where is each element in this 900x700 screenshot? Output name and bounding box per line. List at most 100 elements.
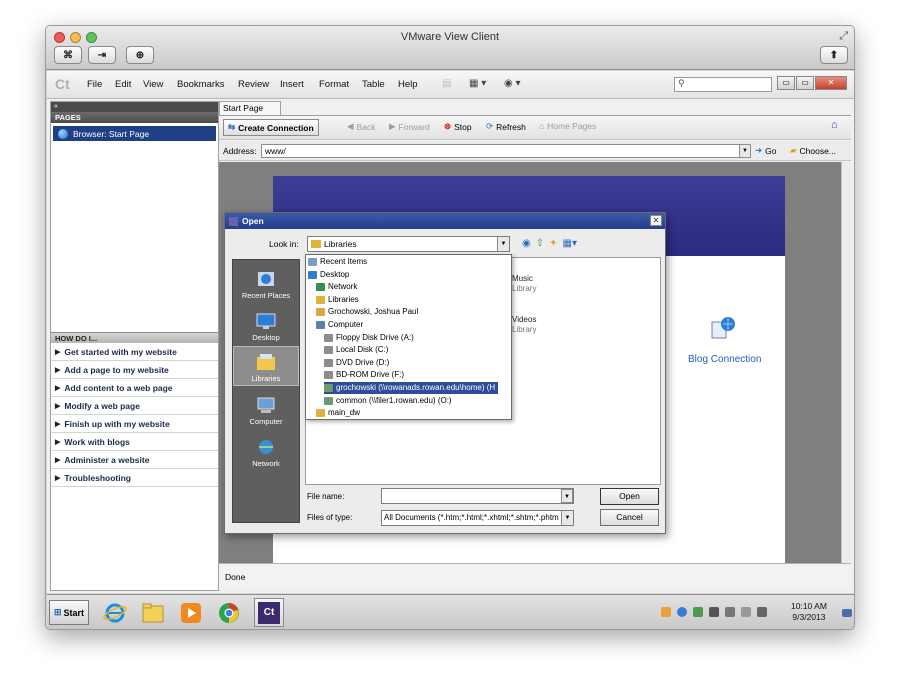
address-dropdown-button[interactable]: ▼ <box>739 144 751 158</box>
disconnect-button[interactable]: ⇥ <box>88 46 116 64</box>
home-pages-button[interactable]: ⌂ Home Pages <box>539 121 596 131</box>
menu-bookmarks[interactable]: Bookmarks <box>177 79 225 90</box>
look-in-select[interactable]: Libraries ▼ <box>307 236 510 252</box>
dropdown-item[interactable]: common (\\filer1.rowan.edu) (O:) <box>324 395 455 407</box>
menu-view[interactable]: View <box>143 79 163 90</box>
look-in-dropdown-button[interactable]: ▼ <box>497 237 509 251</box>
close-app-button[interactable]: ✕ <box>815 76 847 90</box>
howdo-item[interactable]: ▶ Finish up with my website <box>51 415 218 433</box>
dropdown-item[interactable]: Network <box>316 281 360 293</box>
dropdown-item[interactable]: Grochowski, Joshua Paul <box>316 306 421 318</box>
howdo-item[interactable]: ▶ Add content to a web page <box>51 379 218 397</box>
menu-file[interactable]: File <box>87 79 102 90</box>
stop-label: Stop <box>454 121 472 132</box>
usb-button[interactable]: ⊕ <box>126 46 154 64</box>
place-label: Network <box>252 459 280 468</box>
stop-button[interactable]: ⊗ Stop <box>444 121 472 132</box>
tray-volume-icon[interactable] <box>757 607 767 617</box>
tray-flag-icon[interactable] <box>725 607 735 617</box>
tray-app-icon[interactable] <box>661 607 671 617</box>
dropdown-item[interactable]: BD-ROM Drive (F:) <box>324 369 407 381</box>
toolbar-dim-icon[interactable]: ▤ <box>442 78 451 89</box>
files-of-type-select[interactable]: All Documents (*.htm;*.html;*.xhtml;*.sh… <box>381 510 574 526</box>
search-input[interactable]: ⚲ <box>674 77 772 92</box>
show-desktop-icon[interactable] <box>842 609 852 617</box>
menu-insert[interactable]: Insert <box>280 79 304 90</box>
vertical-scrollbar[interactable] <box>841 162 851 563</box>
open-button[interactable]: Open <box>600 488 659 505</box>
blog-connection-link[interactable]: Blog Connection <box>688 354 761 365</box>
place-computer[interactable]: Computer <box>233 388 299 428</box>
place-desktop[interactable]: Desktop <box>233 304 299 344</box>
howdo-item[interactable]: ▶ Add a page to my website <box>51 361 218 379</box>
menu-table[interactable]: Table <box>362 79 385 90</box>
new-folder-icon[interactable]: ✦ <box>549 238 557 249</box>
place-network[interactable]: Network <box>233 430 299 470</box>
tray-device-icon[interactable] <box>709 607 719 617</box>
howdo-item[interactable]: ▶ Get started with my website <box>51 343 218 361</box>
media-player-icon[interactable] <box>176 598 206 627</box>
dropdown-item[interactable]: Computer <box>316 319 366 331</box>
look-in-label: Look in: <box>269 239 299 249</box>
back-nav-icon[interactable]: ◉ <box>522 238 531 249</box>
start-button[interactable]: ⊞ Start <box>49 600 89 625</box>
files-of-type-dropdown-button[interactable]: ▼ <box>561 511 573 525</box>
dialog-close-button[interactable]: ✕ <box>650 215 662 226</box>
howdo-item[interactable]: ▶ Work with blogs <box>51 433 218 451</box>
chrome-icon[interactable] <box>214 598 244 627</box>
dropdown-item[interactable]: Desktop <box>308 269 352 281</box>
howdo-item[interactable]: ▶ Modify a web page <box>51 397 218 415</box>
minimize-app-button[interactable]: ▭ <box>777 76 795 90</box>
address-input[interactable]: www/ <box>261 144 750 158</box>
howdo-item[interactable]: ▶ Administer a website <box>51 451 218 469</box>
go-button[interactable]: ➜ Go <box>755 145 776 156</box>
contribute-taskbar-button[interactable]: Ct <box>254 598 284 627</box>
forward-button[interactable]: ▶ Forward <box>389 121 430 132</box>
clock-time: 10:10 AM <box>791 601 827 611</box>
collapse-pane-icon[interactable]: « <box>51 102 218 112</box>
file-name-input[interactable] <box>381 488 574 504</box>
dropdown-item[interactable]: Recent Items <box>308 256 370 268</box>
library-music-kind: Library <box>512 284 537 293</box>
restore-app-button[interactable]: ▭ <box>796 76 814 90</box>
tab-start-page[interactable]: Start Page <box>219 101 281 115</box>
dropdown-item[interactable]: grochowski (\\rowanads.rowan.edu\home) (… <box>324 382 499 394</box>
page-item-start[interactable]: Browser: Start Page <box>53 126 216 141</box>
tray-network-icon[interactable] <box>741 607 751 617</box>
back-button[interactable]: ◀ Back <box>347 121 375 132</box>
tray-security-icon[interactable] <box>693 607 703 617</box>
ctrl-alt-del-button[interactable]: ⌘ <box>54 46 82 64</box>
menu-help[interactable]: Help <box>398 79 418 90</box>
tray-globe-icon[interactable] <box>677 607 687 617</box>
choose-button[interactable]: ▰ Choose... <box>790 145 836 156</box>
home-icon[interactable]: ⌂ <box>831 119 838 131</box>
dropdown-item[interactable]: main_dw <box>316 407 363 419</box>
create-connection-button[interactable]: ⇆ Create Connection <box>223 119 319 136</box>
fullscreen-icon[interactable]: ⤢ <box>839 30 848 43</box>
dropdown-item[interactable]: DVD Drive (D:) <box>324 357 392 369</box>
dropdown-item[interactable]: Floppy Disk Drive (A:) <box>324 332 417 344</box>
refresh-button[interactable]: ⟳ Refresh <box>486 121 526 132</box>
back-arrow-icon: ◀ <box>347 121 354 131</box>
menu-review[interactable]: Review <box>238 79 269 90</box>
dropdown-item-label: grochowski (\\rowanads.rowan.edu\home) (… <box>336 383 496 392</box>
file-explorer-icon[interactable] <box>138 598 168 627</box>
look-in-dropdown-list: Recent Items Desktop Network Libraries Groch… <box>305 254 512 420</box>
web-publish-icon[interactable]: ◉ ▾ <box>504 78 521 89</box>
dropdown-item[interactable]: Local Disk (C:) <box>324 344 391 356</box>
cancel-button[interactable]: Cancel <box>600 509 659 526</box>
dropdown-item[interactable]: Libraries <box>316 294 362 306</box>
menu-edit[interactable]: Edit <box>115 79 131 90</box>
place-libraries[interactable]: Libraries <box>233 346 299 386</box>
file-name-dropdown-button[interactable]: ▼ <box>561 489 573 503</box>
upload-icon[interactable]: ⬆ <box>820 46 848 64</box>
menu-format[interactable]: Format <box>319 79 349 90</box>
layout-icon[interactable]: ▦ ▾ <box>469 78 486 89</box>
up-folder-icon[interactable]: ⇧ <box>536 238 544 249</box>
clock[interactable]: 10:10 AM 9/3/2013 <box>791 601 827 623</box>
view-menu-icon[interactable]: ▦▾ <box>563 238 577 249</box>
howdo-item[interactable]: ▶ Troubleshooting <box>51 469 218 487</box>
network-icon <box>259 440 273 454</box>
internet-explorer-icon[interactable] <box>100 598 130 627</box>
place-recent[interactable]: Recent Places <box>233 262 299 302</box>
